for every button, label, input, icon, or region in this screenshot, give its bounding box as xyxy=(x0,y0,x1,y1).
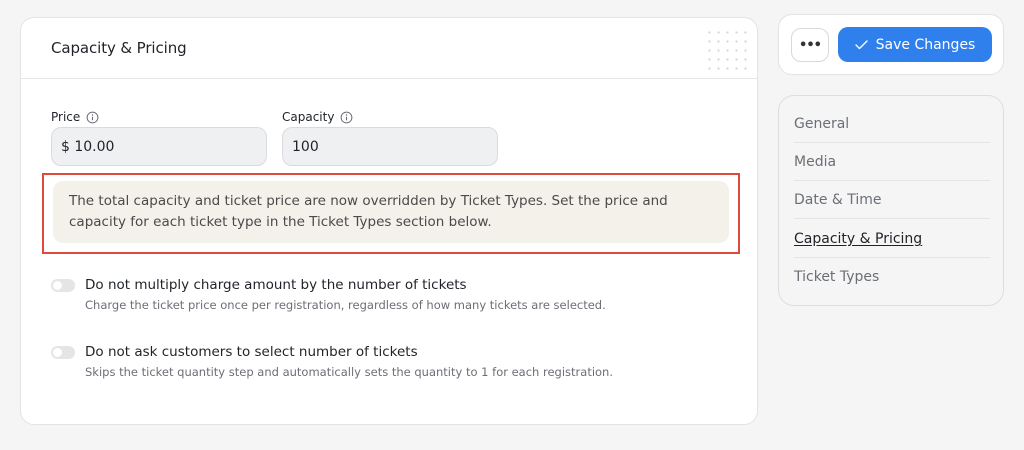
option-title: Do not multiply charge amount by the num… xyxy=(85,277,467,293)
card-header: Capacity & Pricing xyxy=(21,18,757,79)
toggle-switch[interactable] xyxy=(51,346,75,359)
info-icon[interactable] xyxy=(340,111,353,124)
capacity-label-group: Capacity xyxy=(282,110,353,124)
capacity-pricing-card: Capacity & Pricing Price $ 10.00 Capacit… xyxy=(20,17,758,425)
option-description: Skips the ticket quantity step and autom… xyxy=(85,365,614,379)
nav-item-media[interactable]: Media xyxy=(794,154,990,181)
more-options-button[interactable]: ••• xyxy=(791,28,829,62)
save-changes-button[interactable]: Save Changes xyxy=(838,27,992,62)
option-description: Charge the ticket price once per registr… xyxy=(85,298,606,312)
checkmark-icon xyxy=(854,39,868,49)
section-nav: General Media Date & Time Capacity & Pri… xyxy=(778,95,1004,306)
nav-item-capacity-pricing[interactable]: Capacity & Pricing xyxy=(794,231,990,258)
action-bar: ••• Save Changes xyxy=(778,14,1004,75)
ellipsis-icon: ••• xyxy=(799,37,822,53)
nav-item-date-time[interactable]: Date & Time xyxy=(794,192,990,219)
capacity-input[interactable]: 100 xyxy=(282,127,498,166)
section-title: Capacity & Pricing xyxy=(51,39,187,57)
capacity-label: Capacity xyxy=(282,110,335,124)
price-input[interactable]: $ 10.00 xyxy=(51,127,267,166)
save-changes-label: Save Changes xyxy=(875,36,976,53)
price-label-group: Price xyxy=(51,110,99,124)
nav-item-general[interactable]: General xyxy=(794,116,990,143)
dot-pattern-decoration xyxy=(705,28,749,72)
toggle-switch[interactable] xyxy=(51,279,75,292)
option-title: Do not ask customers to select number of… xyxy=(85,344,418,360)
capacity-value: 100 xyxy=(292,138,319,155)
nav-item-ticket-types[interactable]: Ticket Types xyxy=(794,269,990,295)
info-icon[interactable] xyxy=(86,111,99,124)
price-label: Price xyxy=(51,110,81,124)
price-value: $ 10.00 xyxy=(61,138,115,155)
override-notice: The total capacity and ticket price are … xyxy=(53,181,729,243)
